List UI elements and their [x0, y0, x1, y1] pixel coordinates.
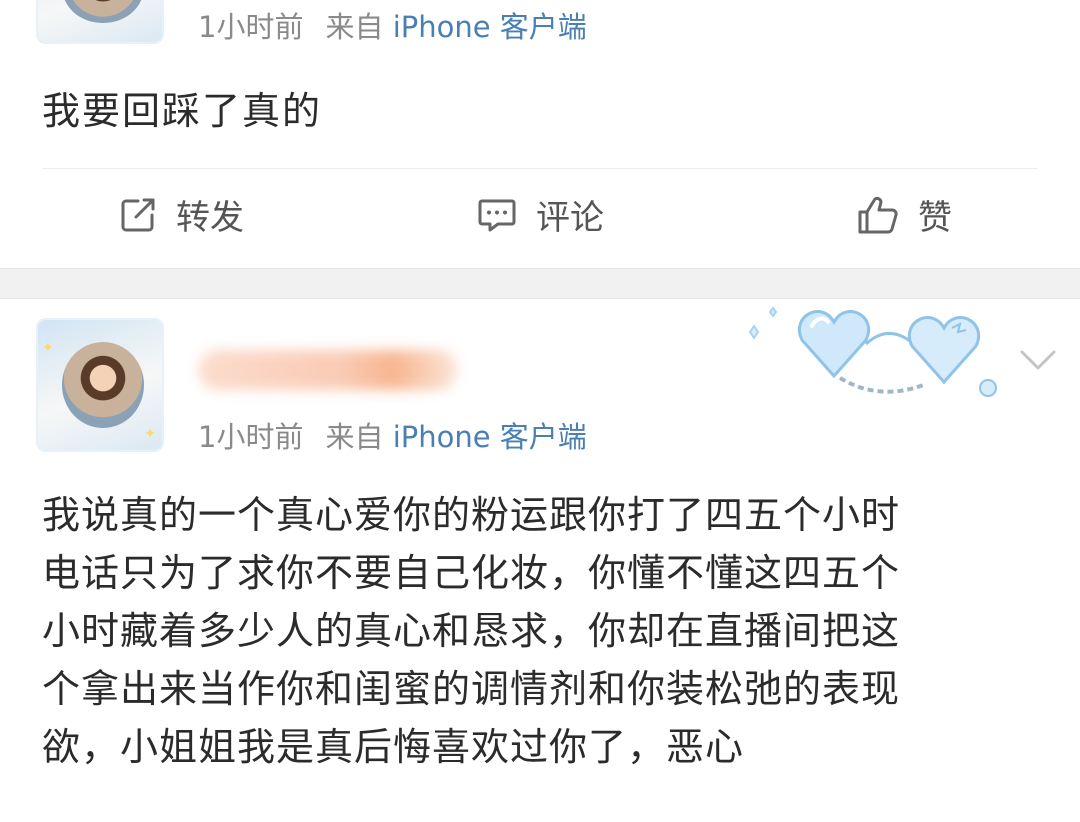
- action-bar: 转发 评论 赞: [0, 190, 1080, 242]
- post-text: 我要回踩了真的: [42, 89, 323, 133]
- comment-label: 评论: [536, 198, 604, 238]
- like-label: 赞: [918, 198, 952, 238]
- source-prefix: 来自: [325, 10, 384, 44]
- avatar[interactable]: [36, 0, 164, 44]
- thumbs-up-icon: [856, 194, 900, 236]
- post-text-line: 小时藏着多少人的真心和恳求，你却在直播间把这: [42, 609, 901, 653]
- post-card-1: 1小时前 来自 iPhone 客户端 我要回踩了真的 转发 评论 赞: [0, 0, 1080, 269]
- repost-label: 转发: [176, 198, 244, 238]
- post-text-line: 电话只为了求你不要自己化妆，你懂不懂这四五个: [42, 551, 901, 595]
- post-text-line: 我说真的一个真心爱你的粉运跟你打了四五个小时: [42, 493, 901, 537]
- action-divider: [42, 168, 1038, 169]
- username-blurred[interactable]: [198, 350, 458, 390]
- source-app-link[interactable]: iPhone 客户端: [393, 10, 587, 44]
- chevron-down-icon[interactable]: [1018, 348, 1058, 376]
- comment-icon: [476, 195, 518, 235]
- post-text: 我说真的一个真心爱你的粉运跟你打了四五个小时 电话只为了求你不要自己化妆，你懂不…: [42, 486, 1042, 776]
- post-meta: 1小时前 来自 iPhone 客户端: [198, 414, 587, 456]
- post-text-line: 欲，小姐姐我是真后悔喜欢过你了，恶心: [42, 725, 745, 769]
- repost-icon: [118, 195, 158, 235]
- post-text-line: 个拿出来当作你和闺蜜的调情剂和你装松弛的表现: [42, 667, 901, 711]
- sparkle-icon: ✦: [42, 340, 54, 356]
- post-meta: 1小时前 来自 iPhone 客户端: [198, 4, 587, 46]
- source-prefix: 来自: [325, 420, 384, 454]
- post-time: 1小时前: [198, 10, 304, 44]
- like-button[interactable]: 赞: [856, 190, 952, 239]
- comment-button[interactable]: 评论: [476, 190, 604, 239]
- source-app-link[interactable]: iPhone 客户端: [393, 420, 587, 454]
- heart-handcuffs-decoration-icon: [730, 292, 1020, 416]
- sparkle-icon: ✦: [144, 426, 156, 442]
- avatar-photo: [61, 0, 144, 24]
- repost-button[interactable]: 转发: [118, 190, 244, 239]
- post-time: 1小时前: [198, 420, 304, 454]
- avatar[interactable]: ✦ ✦: [36, 318, 164, 452]
- avatar-photo: [61, 342, 144, 428]
